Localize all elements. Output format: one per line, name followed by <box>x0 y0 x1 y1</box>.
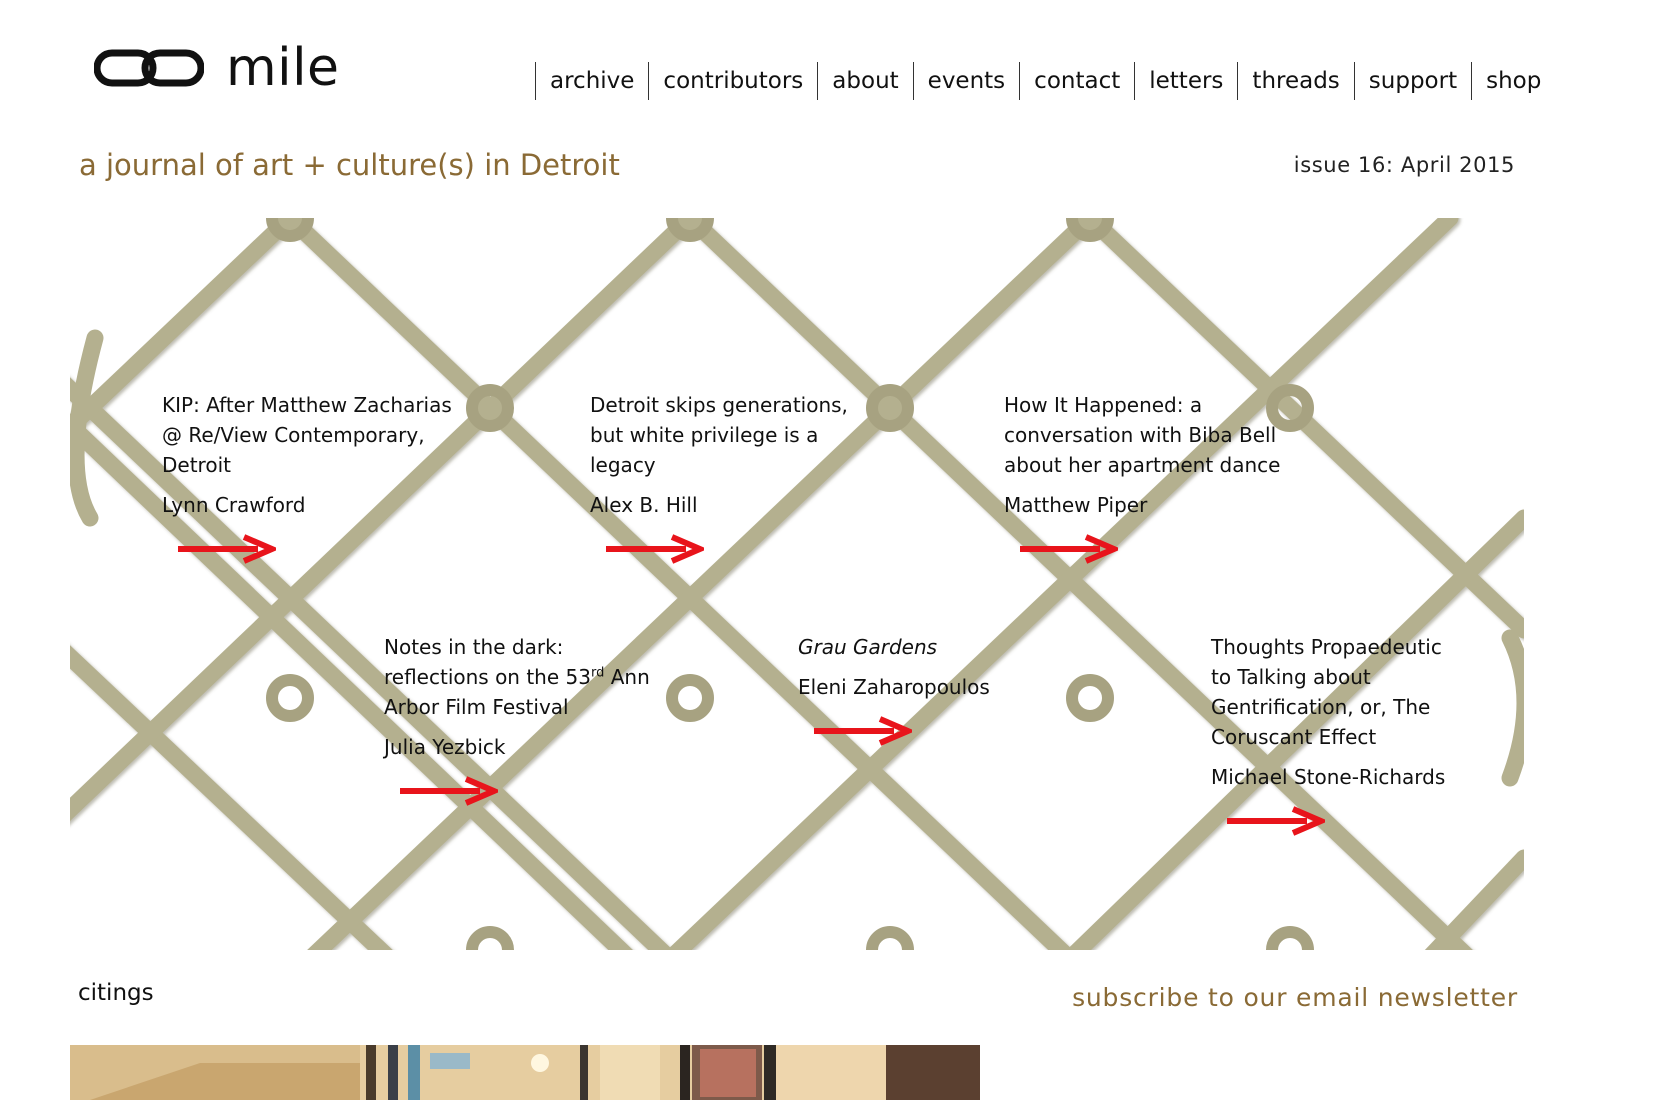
nav-threads[interactable]: threads <box>1237 62 1353 100</box>
red-arrow-icon[interactable] <box>1225 806 1325 836</box>
article-card[interactable]: Thoughts Propaedeutic to Talking about G… <box>1211 632 1461 836</box>
article-title[interactable]: Notes in the dark: reflections on the 53… <box>384 632 674 722</box>
main-nav: archive contributors about events contac… <box>535 62 1555 100</box>
nav-shop[interactable]: shop <box>1471 62 1555 100</box>
article-card[interactable]: Notes in the dark: reflections on the 53… <box>384 632 674 806</box>
article-title[interactable]: Grau Gardens <box>798 632 1038 662</box>
article-title[interactable]: KIP: After Matthew Zacharias @ Re/View C… <box>162 390 452 480</box>
feature-fence-image: KIP: After Matthew Zacharias @ Re/View C… <box>70 218 1524 950</box>
chain-link-fence-graphic <box>70 218 1524 950</box>
red-arrow-icon[interactable] <box>176 534 276 564</box>
red-arrow-icon[interactable] <box>1018 534 1118 564</box>
article-title-superscript: rd <box>590 665 605 681</box>
nav-contributors[interactable]: contributors <box>648 62 817 100</box>
article-author: Matthew Piper <box>1004 493 1148 517</box>
red-arrow-icon[interactable] <box>604 534 704 564</box>
article-card[interactable]: Grau Gardens Eleni Zaharopoulos <box>798 632 1038 746</box>
nav-contact[interactable]: contact <box>1019 62 1134 100</box>
article-author: Lynn Crawford <box>162 493 306 517</box>
article-title[interactable]: How It Happened: a conversation with Bib… <box>1004 390 1284 480</box>
red-arrow-icon[interactable] <box>398 776 498 806</box>
red-arrow-icon[interactable] <box>812 716 912 746</box>
site-tagline: a journal of art + culture(s) in Detroit <box>79 148 620 182</box>
article-title-part: Notes in the dark: reflections on the 53 <box>384 635 591 689</box>
article-card[interactable]: KIP: After Matthew Zacharias @ Re/View C… <box>162 390 452 564</box>
nav-letters[interactable]: letters <box>1134 62 1237 100</box>
article-author: Alex B. Hill <box>590 493 698 517</box>
article-card[interactable]: Detroit skips generations, but white pri… <box>590 390 860 564</box>
nav-events[interactable]: events <box>912 62 1020 100</box>
article-title[interactable]: Thoughts Propaedeutic to Talking about G… <box>1211 632 1461 752</box>
article-author: Michael Stone-Richards <box>1211 765 1446 789</box>
article-title[interactable]: Detroit skips generations, but white pri… <box>590 390 860 480</box>
issue-label: issue 16: April 2015 <box>1293 153 1515 177</box>
nav-support[interactable]: support <box>1353 62 1471 100</box>
citings-heading: citings <box>78 980 154 1006</box>
nav-about[interactable]: about <box>817 62 912 100</box>
article-author: Eleni Zaharopoulos <box>798 675 990 699</box>
article-author: Julia Yezbick <box>384 735 506 759</box>
logo-text: mile <box>226 38 340 98</box>
gallery-photo <box>70 1045 980 1100</box>
citings-gallery-image[interactable] <box>70 1045 980 1100</box>
article-card[interactable]: How It Happened: a conversation with Bib… <box>1004 390 1284 564</box>
subscribe-newsletter-link[interactable]: subscribe to our email newsletter <box>1072 983 1518 1012</box>
infinity-logo-icon <box>94 49 204 87</box>
site-logo[interactable]: mile <box>94 38 340 98</box>
nav-archive[interactable]: archive <box>535 62 648 100</box>
